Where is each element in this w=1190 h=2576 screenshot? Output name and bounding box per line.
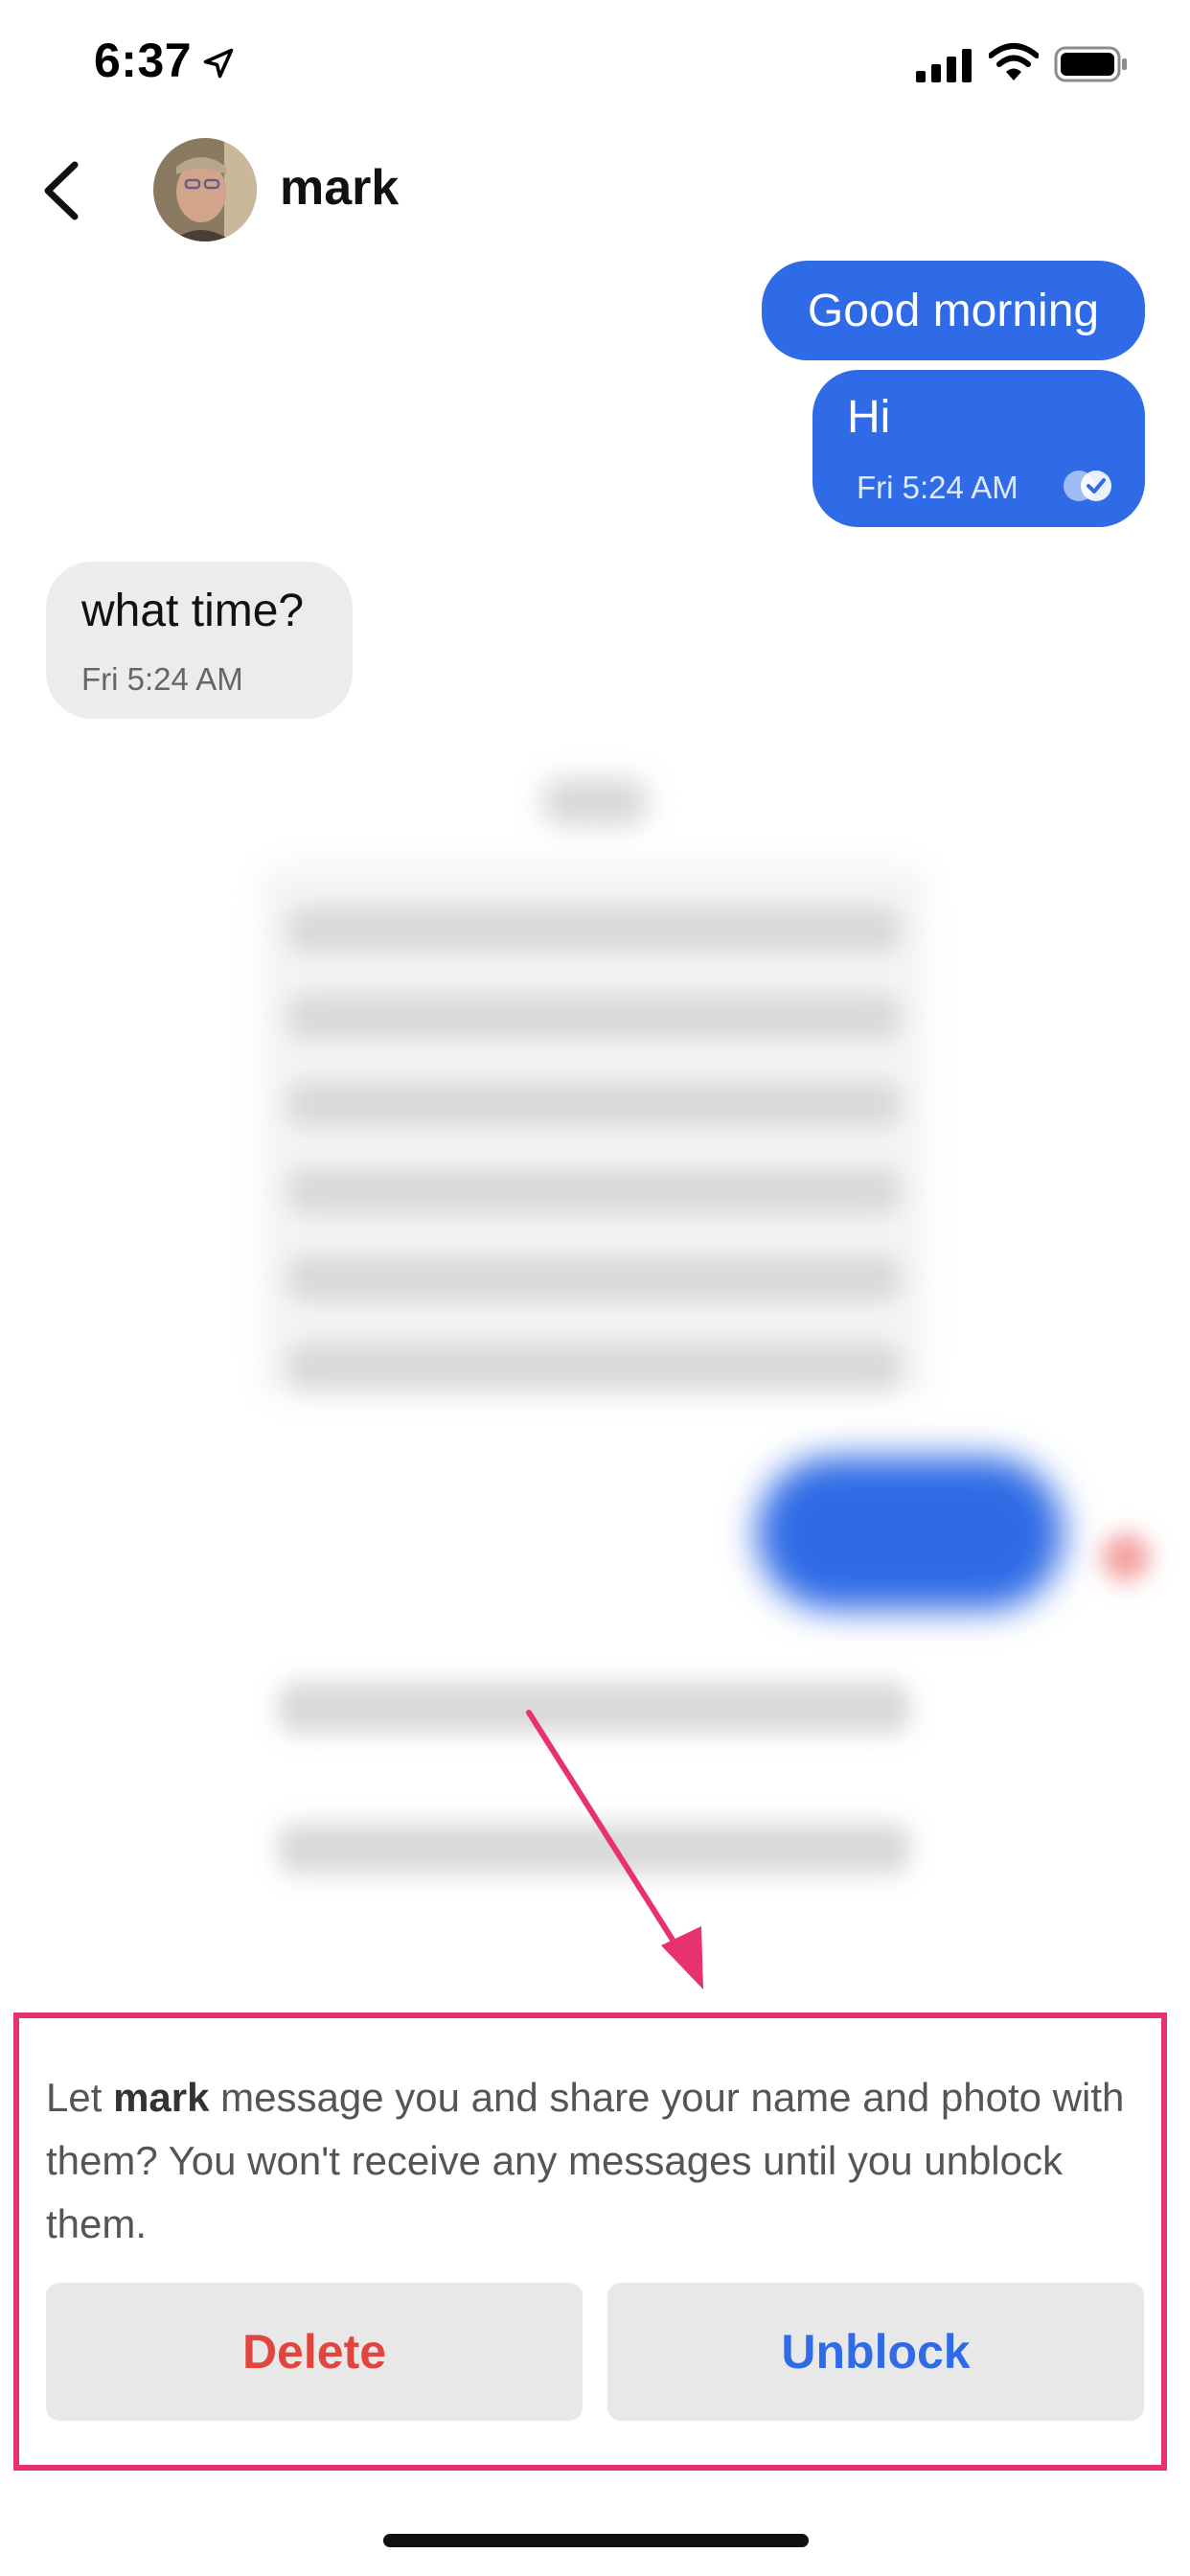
blurred-content bbox=[287, 1080, 901, 1128]
blurred-content bbox=[278, 1823, 910, 1874]
blurred-content bbox=[287, 993, 901, 1041]
status-bar: 6:37 bbox=[0, 0, 1190, 125]
cellular-signal-icon bbox=[916, 49, 972, 82]
unblock-button[interactable]: Unblock bbox=[607, 2283, 1144, 2421]
battery-icon bbox=[1054, 46, 1127, 82]
blurred-content bbox=[1102, 1533, 1150, 1581]
message-text: Good morning bbox=[807, 285, 1100, 336]
message-text: what time? bbox=[81, 586, 305, 636]
message-timestamp: Fri 5:24 AM bbox=[81, 661, 243, 697]
blurred-content bbox=[542, 778, 648, 826]
back-button[interactable] bbox=[29, 157, 96, 224]
chat-header: mark bbox=[0, 134, 1190, 249]
blurred-content bbox=[287, 906, 901, 954]
prompt-text: Let mark message you and share your name… bbox=[46, 2066, 1148, 2256]
message-text: Hi bbox=[847, 392, 891, 443]
incoming-message[interactable]: what time? Fri 5:24 AM bbox=[46, 562, 353, 719]
blurred-content bbox=[757, 1457, 1064, 1610]
blurred-content bbox=[287, 1167, 901, 1215]
wifi-icon bbox=[989, 43, 1039, 80]
chevron-left-icon bbox=[44, 161, 79, 220]
message-timestamp: Fri 5:24 AM bbox=[857, 470, 1018, 505]
blurred-content bbox=[287, 1342, 901, 1390]
contact-name[interactable]: mark bbox=[280, 159, 399, 217]
home-indicator[interactable] bbox=[383, 2534, 809, 2547]
status-time: 6:37 bbox=[94, 34, 193, 87]
outgoing-message[interactable]: Hi Fri 5:24 AM bbox=[812, 370, 1145, 527]
read-check-icon bbox=[1064, 471, 1111, 501]
avatar[interactable] bbox=[153, 138, 257, 242]
prompt-contact-name: mark bbox=[113, 2075, 210, 2120]
outgoing-message[interactable]: Good morning bbox=[762, 261, 1145, 360]
prompt-text-before: Let bbox=[46, 2075, 114, 2120]
blurred-content bbox=[287, 1254, 901, 1302]
unblock-prompt: Let mark message you and share your name… bbox=[13, 2012, 1167, 2471]
location-arrow-icon bbox=[203, 48, 234, 79]
delete-button[interactable]: Delete bbox=[46, 2283, 583, 2421]
blurred-content bbox=[278, 1682, 910, 1734]
